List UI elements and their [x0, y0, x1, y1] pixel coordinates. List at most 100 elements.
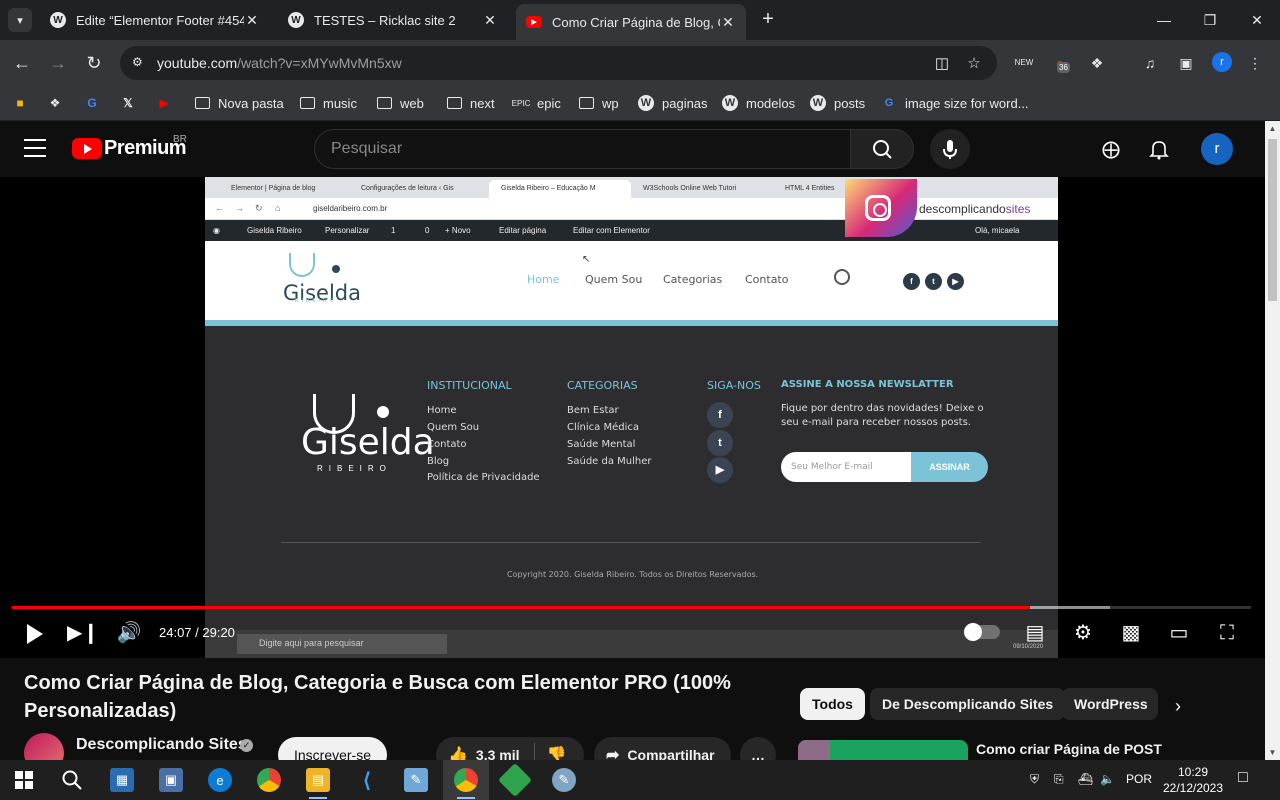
speaker-icon[interactable]: 🔈 [1100, 772, 1115, 786]
footer-link: Política de Privacidade [427, 472, 540, 483]
wifi-icon[interactable]: ⛴ [1078, 772, 1093, 786]
windows-start-icon[interactable] [12, 768, 36, 792]
site-settings-icon[interactable]: ⚙ [132, 55, 148, 71]
browser-tab-elementor[interactable]: W Edite “Elementor Footer #454” ‹ ✕ [40, 5, 270, 35]
site-logo-subtext: RIBEIRO [295, 298, 337, 304]
youtube-logo-icon[interactable] [72, 138, 102, 159]
bookmark-folder-music[interactable]: music [299, 93, 357, 113]
new-tab-button[interactable]: + [758, 8, 778, 32]
volume-icon[interactable]: 🔊 [114, 618, 144, 648]
side-panel-icon[interactable]: ▣ [1176, 53, 1196, 73]
bookmark-modelos[interactable]: Wmodelos [722, 93, 795, 113]
fullscreen-icon[interactable]: ⛶ [1212, 618, 1242, 648]
video-player[interactable]: Elementor | Página de blog Configurações… [0, 177, 1265, 658]
chip-todos[interactable]: Todos [800, 688, 865, 720]
recommended-thumbnail[interactable] [798, 740, 968, 760]
minimize-button[interactable]: — [1141, 8, 1187, 32]
next-video-icon[interactable]: ▶❙ [67, 618, 99, 648]
scroll-up-arrow-icon[interactable]: ▲ [1265, 121, 1280, 136]
extension-new-icon[interactable]: NEW [1014, 53, 1034, 73]
media-control-icon[interactable]: ♫ [1140, 53, 1160, 73]
close-icon[interactable]: ✕ [244, 12, 260, 29]
bookmark-x[interactable]: 𝕏 [120, 93, 136, 113]
voice-search-button[interactable] [930, 129, 970, 169]
play-icon[interactable] [27, 624, 43, 644]
vscode-icon[interactable]: ⟨ [355, 768, 379, 792]
frame-browser-tabs: Elementor | Página de blog Configurações… [205, 177, 1058, 198]
paint-icon[interactable]: ✎ [552, 768, 576, 792]
chip-channel[interactable]: De Descomplicando Sites [870, 688, 1066, 720]
computer-icon[interactable]: ▣ [159, 768, 183, 792]
bookmark-google[interactable]: G [84, 93, 100, 113]
tab-title: Como Criar Página de Blog, Cat [552, 14, 720, 30]
install-app-icon[interactable]: ◫ [932, 54, 952, 72]
chrome-active-icon[interactable] [454, 768, 478, 792]
puzzle-icon: ❖ [49, 96, 61, 110]
address-bar[interactable]: ⚙ youtube.com/watch?v=xMYwMvMn5xw ◫ ☆ [120, 46, 997, 80]
url-text[interactable]: youtube.com/watch?v=xMYwMvMn5xw [157, 55, 402, 71]
bookmark-photos[interactable]: ■ [12, 93, 28, 113]
bookmark-folder-wp[interactable]: wp [578, 93, 619, 113]
forward-button[interactable]: → [46, 51, 70, 75]
extensions-puzzle-icon[interactable]: ❖ [1087, 53, 1107, 73]
settings-gear-icon[interactable]: ⚙ [1068, 618, 1098, 648]
progress-bar[interactable] [12, 606, 1251, 609]
bookmark-star-icon[interactable]: ☆ [964, 54, 984, 72]
close-icon[interactable]: ✕ [482, 12, 498, 29]
chip-wordpress[interactable]: WordPress [1062, 688, 1158, 720]
browser-tab-testes[interactable]: W TESTES – Ricklac site 2 ✕ [278, 5, 508, 35]
autoplay-toggle[interactable] [964, 623, 1000, 641]
search-button[interactable] [850, 129, 914, 169]
network-icon[interactable]: ⎘ [1054, 772, 1064, 787]
close-icon[interactable]: ✕ [720, 14, 736, 31]
chrome-icon[interactable] [257, 768, 281, 792]
account-avatar[interactable]: r [1201, 133, 1233, 165]
language-indicator[interactable]: POR [1126, 772, 1152, 786]
notifications-bell-icon[interactable] [1147, 137, 1171, 161]
bookmark-extensions[interactable]: ❖ [47, 93, 63, 113]
edge-icon[interactable]: e [208, 768, 232, 792]
create-video-icon[interactable]: ⨁ [1099, 137, 1123, 161]
browser-tab-youtube[interactable]: ▶ Como Criar Página de Blog, Cat ✕ [516, 4, 746, 40]
bookmark-paginas[interactable]: Wpaginas [638, 93, 708, 113]
bookmark-youtube[interactable]: ▶ [156, 93, 172, 113]
snip-tool-icon[interactable]: ✎ [404, 768, 428, 792]
search-input[interactable]: Pesquisar [314, 129, 851, 169]
subtitles-icon[interactable]: ▤ [1020, 618, 1050, 648]
control-panel-icon[interactable]: ▦ [110, 768, 134, 792]
app-green-icon[interactable] [498, 763, 532, 797]
miniplayer-icon[interactable]: ▩ [1116, 618, 1146, 648]
chevron-right-icon[interactable]: › [1166, 694, 1190, 718]
theater-mode-icon[interactable]: ▭ [1164, 618, 1194, 648]
search-icon [873, 140, 892, 159]
security-shield-icon[interactable]: ⛨ [1030, 772, 1039, 787]
channel-name[interactable]: Descomplicando Sites [76, 736, 247, 754]
taskbar-search-icon[interactable] [60, 768, 84, 792]
bookmark-posts[interactable]: Wposts [810, 93, 865, 113]
profile-avatar[interactable]: r [1212, 52, 1232, 72]
wordpress-icon: W [288, 12, 304, 28]
bookmark-folder-web[interactable]: web [376, 93, 424, 113]
bookmark-image-size[interactable]: Gimage size for word... [881, 93, 1029, 113]
scrollbar-thumb[interactable] [1268, 139, 1277, 301]
bookmark-folder-next[interactable]: next [446, 93, 495, 113]
window-close-button[interactable]: ✕ [1234, 8, 1280, 32]
restore-button[interactable]: ❐ [1187, 8, 1233, 32]
tab-search-button[interactable]: ▾ [8, 8, 32, 32]
bookmark-epic[interactable]: EPIC epic [512, 93, 561, 113]
clock-date: 22/12/2023 [1162, 781, 1224, 795]
bookmark-folder-nova-pasta[interactable]: Nova pasta [194, 93, 284, 113]
taskbar-clock[interactable]: 10:29 22/12/2023 [1162, 764, 1224, 796]
footer-link: Bem Estar [567, 405, 619, 416]
notification-center-icon[interactable]: □ [1238, 769, 1248, 787]
scroll-down-arrow-icon[interactable]: ▼ [1265, 745, 1280, 760]
file-explorer-icon[interactable]: ▤ [306, 768, 330, 792]
newsletter-text: Fique por dentro das novidades! Deixe o … [781, 403, 984, 428]
hamburger-menu-icon[interactable] [24, 139, 46, 157]
recommended-title[interactable]: Como criar Página de POST [976, 741, 1162, 757]
reload-button[interactable]: ↻ [82, 51, 106, 75]
back-button[interactable]: ← [10, 51, 34, 75]
page-scrollbar[interactable]: ▲ ▼ [1265, 121, 1280, 760]
google-icon: G [87, 96, 97, 110]
menu-kebab-icon[interactable]: ⋮ [1245, 53, 1265, 73]
